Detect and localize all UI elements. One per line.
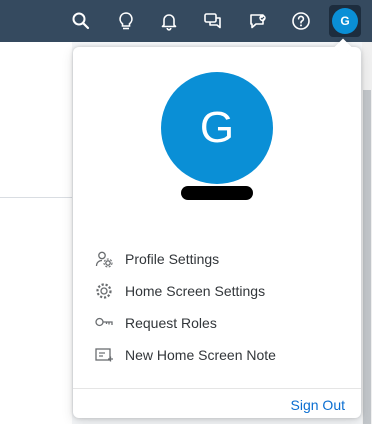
gear-icon (93, 281, 115, 301)
menu-item-label: Home Screen Settings (125, 283, 266, 299)
key-icon (93, 313, 115, 333)
shell-bar: G (0, 0, 372, 42)
profile-avatar: G (161, 72, 273, 184)
avatar: G (332, 8, 358, 34)
page-background (0, 42, 72, 424)
menu-item-request-roles[interactable]: Request Roles (73, 307, 361, 339)
user-settings-icon (93, 249, 115, 269)
bell-icon[interactable] (157, 9, 181, 33)
user-avatar-button[interactable]: G (329, 5, 361, 37)
feedback-icon[interactable] (246, 9, 270, 33)
menu-item-profile-settings[interactable]: Profile Settings (73, 243, 361, 275)
scrollbar[interactable] (362, 42, 372, 424)
user-menu-list: Profile Settings Home Screen Settings Re… (73, 243, 361, 371)
menu-item-new-home-screen-note[interactable]: New Home Screen Note (73, 339, 361, 371)
popover-footer: Sign Out (73, 388, 361, 419)
redacted-user-name (181, 186, 253, 200)
help-icon[interactable] (289, 9, 313, 33)
lightbulb-icon[interactable] (114, 9, 138, 33)
divider (0, 197, 72, 198)
menu-item-label: New Home Screen Note (125, 347, 276, 363)
chat-icon[interactable] (201, 9, 225, 33)
sign-out-button[interactable]: Sign Out (291, 397, 345, 413)
scrollbar-thumb[interactable] (363, 90, 371, 424)
user-menu-popover: G Profile Settings Home Screen Settings … (73, 38, 361, 419)
menu-item-home-screen-settings[interactable]: Home Screen Settings (73, 275, 361, 307)
note-icon (93, 345, 115, 365)
menu-item-label: Profile Settings (125, 251, 220, 267)
search-icon[interactable] (69, 9, 93, 33)
menu-item-label: Request Roles (125, 315, 217, 331)
